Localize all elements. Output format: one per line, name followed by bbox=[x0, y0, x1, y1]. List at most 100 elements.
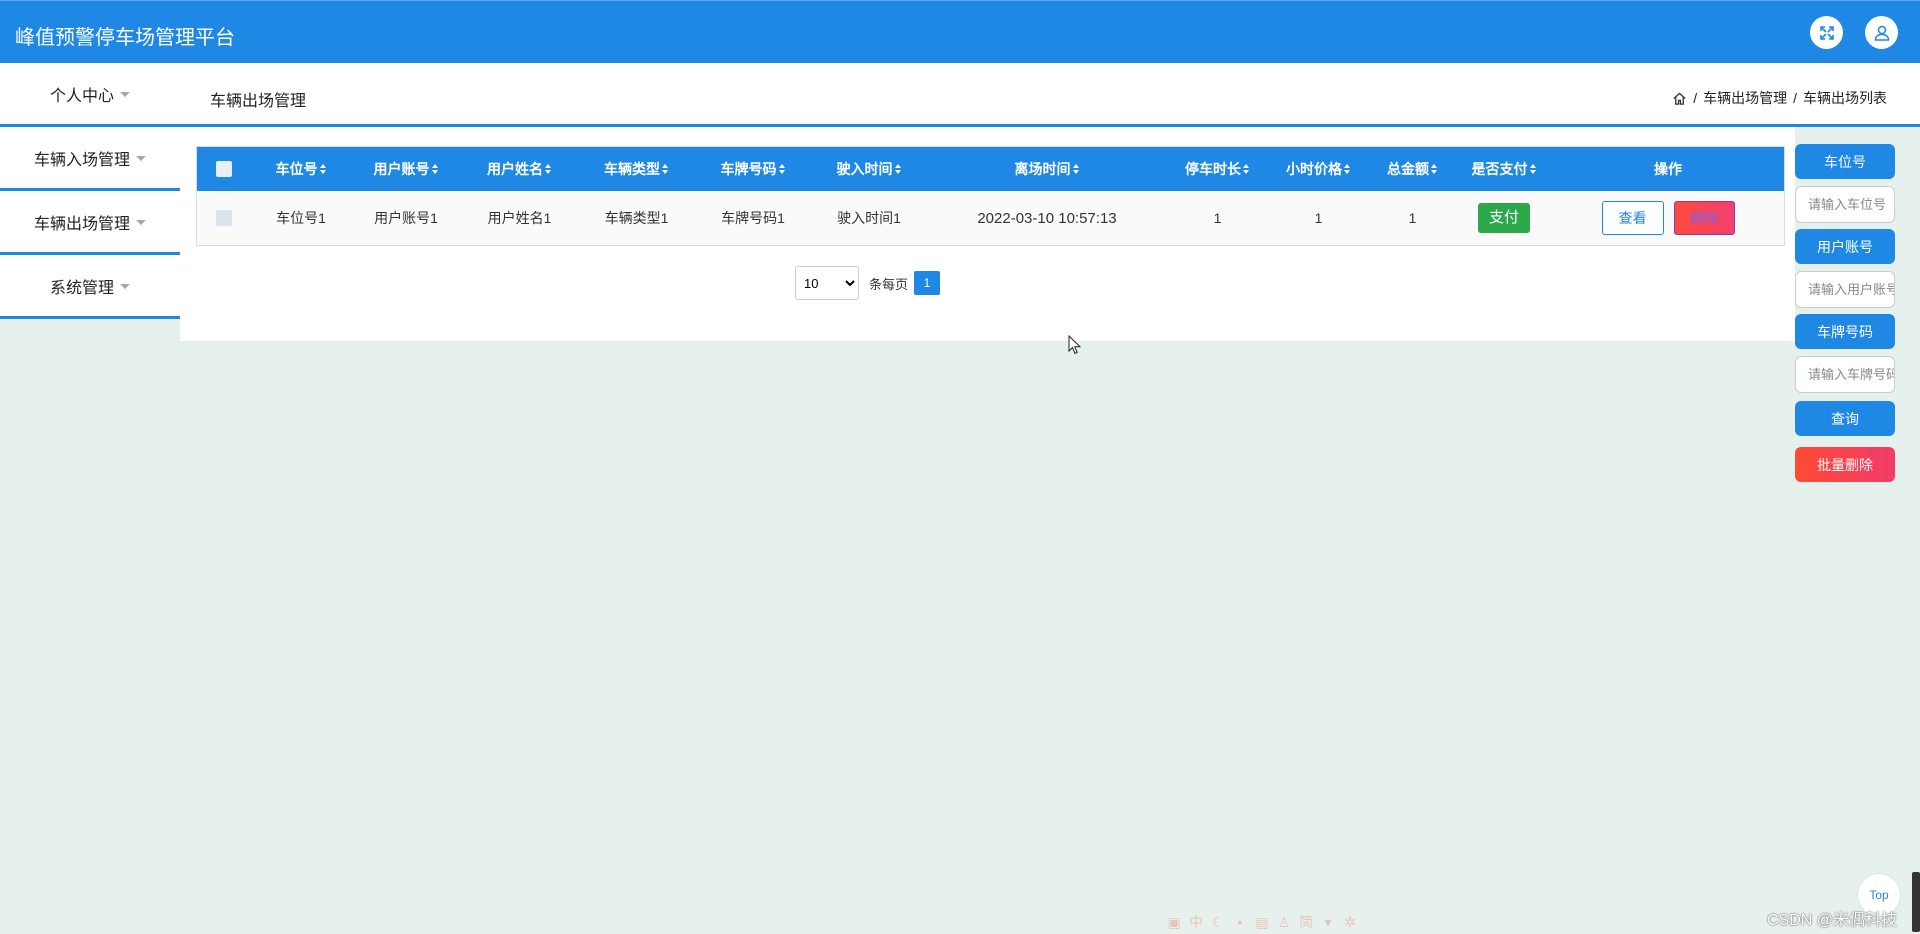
caret-down-icon bbox=[120, 92, 130, 97]
column-label: 车位号 bbox=[275, 161, 318, 177]
sort-icon bbox=[1072, 164, 1080, 174]
column-label: 操作 bbox=[1654, 161, 1682, 177]
search-label-user-account: 用户账号 bbox=[1795, 229, 1895, 264]
sort-icon bbox=[431, 164, 439, 174]
sort-icon bbox=[545, 164, 552, 174]
actions-cell: 查看 删除 bbox=[1552, 201, 1784, 235]
column-label: 总金额 bbox=[1387, 161, 1429, 177]
moon-icon: ☾ bbox=[1211, 914, 1225, 930]
table-cell: 1 bbox=[1408, 210, 1417, 226]
user-menu-button[interactable] bbox=[1865, 16, 1898, 49]
column-label: 小时价格 bbox=[1286, 161, 1342, 177]
query-button[interactable]: 查询 bbox=[1795, 401, 1895, 436]
ime-logo-icon: ▣ bbox=[1167, 914, 1181, 930]
app-title: 峰值预警停车场管理平台 bbox=[15, 25, 235, 49]
sort-icon bbox=[1344, 164, 1351, 174]
column-header[interactable]: 车辆类型 bbox=[578, 159, 695, 179]
column-header[interactable]: 小时价格 bbox=[1268, 159, 1369, 179]
watermark: CSDN @米偶科技 bbox=[1767, 912, 1898, 929]
table-cell: 车辆类型1 bbox=[604, 210, 669, 226]
user-icon: ♙ bbox=[1277, 914, 1291, 930]
page-title: 车辆出场管理 bbox=[210, 93, 307, 110]
column-label: 用户姓名 bbox=[487, 161, 543, 177]
mouse-cursor-icon bbox=[1068, 335, 1082, 355]
search-label-plate-number: 车牌号码 bbox=[1795, 314, 1895, 349]
user-account-input[interactable] bbox=[1795, 271, 1895, 308]
select-all-cell bbox=[197, 161, 251, 177]
breadcrumb-item[interactable]: 车辆出场管理 bbox=[1703, 88, 1787, 108]
table-cell: 2022-03-10 10:57:13 bbox=[977, 209, 1117, 227]
ime-simplified-mode: 简 bbox=[1299, 914, 1313, 930]
top-bar: 峰值预警停车场管理平台 bbox=[0, 0, 1920, 63]
keyboard-icon: ▤ bbox=[1255, 914, 1269, 930]
table-cell: 1 bbox=[1213, 210, 1222, 226]
column-header[interactable]: 总金额 bbox=[1369, 159, 1456, 179]
table-cell: 用户姓名1 bbox=[487, 210, 552, 226]
column-header[interactable]: 车牌号码 bbox=[695, 159, 811, 179]
table-cell: 1 bbox=[1314, 210, 1323, 226]
punctuation-icon: • bbox=[1237, 914, 1243, 930]
sort-icon bbox=[319, 164, 327, 174]
data-table: 车位号 用户账号 用户姓名 车辆类型 车牌号码 驶入时间 离场时间 停车时长 小… bbox=[196, 146, 1785, 246]
delete-button[interactable]: 删除 bbox=[1673, 201, 1735, 235]
page-number-button[interactable]: 1 bbox=[914, 271, 941, 295]
content-panel: 车位号 用户账号 用户姓名 车辆类型 车牌号码 驶入时间 离场时间 停车时长 小… bbox=[180, 127, 1795, 341]
home-icon[interactable] bbox=[1672, 91, 1687, 106]
per-page-label: 条每页 bbox=[869, 276, 909, 292]
column-header[interactable]: 是否支付 bbox=[1456, 159, 1552, 179]
sidebar-item-system[interactable]: 系统管理 bbox=[0, 255, 180, 319]
ime-chinese-mode: 中 bbox=[1189, 914, 1203, 930]
table-header: 车位号 用户账号 用户姓名 车辆类型 车牌号码 驶入时间 离场时间 停车时长 小… bbox=[197, 147, 1784, 191]
column-label: 用户账号 bbox=[373, 161, 430, 177]
column-label: 是否支付 bbox=[1471, 161, 1528, 177]
breadcrumb-current: 车辆出场列表 bbox=[1803, 90, 1887, 106]
user-icon bbox=[1874, 25, 1889, 41]
table-cell: 驶入时间1 bbox=[837, 210, 901, 226]
search-label-space-number: 车位号 bbox=[1795, 144, 1895, 179]
sort-icon bbox=[1243, 164, 1250, 174]
sidebar-item-vehicle-entry[interactable]: 车辆入场管理 bbox=[0, 127, 180, 191]
sort-icon bbox=[662, 164, 669, 174]
pay-cell: 支付 bbox=[1456, 203, 1552, 233]
row-select-cell bbox=[197, 210, 251, 226]
sidebar-item-label: 车辆出场管理 bbox=[33, 215, 130, 233]
space-number-input[interactable] bbox=[1795, 186, 1895, 223]
column-label: 车牌号码 bbox=[720, 161, 777, 177]
plate-number-input[interactable] bbox=[1795, 356, 1895, 393]
shirt-icon: ▾ bbox=[1324, 914, 1332, 930]
column-label: 车辆类型 bbox=[604, 161, 660, 177]
sidebar-item-label: 车辆入场管理 bbox=[33, 151, 130, 169]
sidebar-item-personal-center[interactable]: 个人中心 bbox=[0, 63, 180, 127]
column-header[interactable]: 用户账号 bbox=[351, 159, 461, 179]
pagination: 102050 条每页 1 bbox=[795, 266, 941, 300]
breadcrumb-separator: / bbox=[1693, 90, 1698, 106]
table-cell: 用户账号1 bbox=[374, 210, 438, 226]
sidebar-item-vehicle-exit[interactable]: 车辆出场管理 bbox=[0, 191, 180, 255]
caret-down-icon bbox=[136, 156, 146, 161]
ime-toolbar: ▣ 中 ☾ • ▤ ♙ 简 ▾ ✲ bbox=[1166, 914, 1358, 930]
page-size-select[interactable]: 102050 bbox=[795, 266, 859, 300]
sidebar: 个人中心 车辆入场管理 车辆出场管理 系统管理 bbox=[0, 63, 180, 319]
sort-icon bbox=[1529, 164, 1537, 174]
gear-icon: ✲ bbox=[1344, 914, 1356, 930]
column-header[interactable]: 离场时间 bbox=[927, 159, 1167, 179]
column-header[interactable]: 用户姓名 bbox=[461, 159, 578, 179]
column-label: 离场时间 bbox=[1014, 161, 1071, 177]
view-button[interactable]: 查看 bbox=[1601, 201, 1664, 235]
table-cell: 车位号1 bbox=[276, 210, 326, 226]
row-checkbox[interactable] bbox=[216, 210, 232, 226]
column-header[interactable]: 车位号 bbox=[251, 159, 351, 179]
select-all-checkbox[interactable] bbox=[216, 161, 232, 177]
column-header[interactable]: 停车时长 bbox=[1167, 159, 1268, 179]
expand-icon bbox=[1819, 25, 1834, 40]
sort-icon bbox=[1431, 164, 1438, 174]
caret-down-icon bbox=[120, 284, 130, 289]
breadcrumb-separator: / bbox=[1793, 90, 1797, 106]
column-header[interactable]: 驶入时间 bbox=[811, 159, 927, 179]
scrollbar-handle[interactable] bbox=[1912, 872, 1920, 932]
batch-delete-button[interactable]: 批量删除 bbox=[1795, 447, 1895, 482]
fullscreen-button[interactable] bbox=[1810, 16, 1843, 49]
pay-button[interactable]: 支付 bbox=[1477, 203, 1530, 233]
caret-down-icon bbox=[136, 220, 146, 225]
page-header: 车辆出场管理 / 车辆出场管理 / 车辆出场列表 bbox=[180, 63, 1920, 127]
